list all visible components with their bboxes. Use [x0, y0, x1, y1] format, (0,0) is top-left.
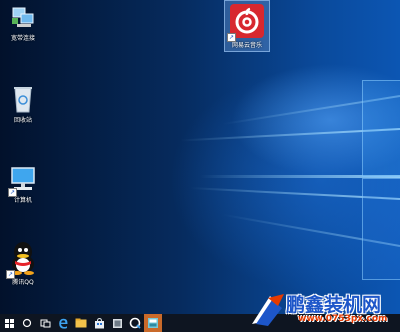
search-icon	[22, 318, 32, 328]
recycle-bin-icon	[14, 87, 32, 113]
desktop-icon-label: 回收站	[13, 117, 32, 124]
network-icon	[12, 7, 34, 27]
desktop-icon-recycle-bin[interactable]: 回收站	[0, 84, 46, 124]
store-icon	[94, 317, 104, 328]
app-icon	[112, 318, 122, 328]
taskbar-file-explorer[interactable]	[72, 314, 90, 332]
taskbar-app-1[interactable]	[108, 314, 126, 332]
task-view-button[interactable]	[36, 314, 54, 332]
task-view-icon	[40, 319, 50, 327]
qq-browser-icon	[129, 317, 141, 329]
windows-logo-icon	[4, 318, 14, 328]
shortcut-arrow-icon: ↗	[8, 188, 17, 197]
site-watermark: 鹏鑫装机网 www.0753px.com	[248, 288, 398, 332]
shortcut-arrow-icon: ↗	[227, 33, 236, 42]
desktop-icon-network[interactable]: 宽带连接	[0, 6, 46, 42]
taskbar-active-app[interactable]	[144, 314, 162, 332]
app-window-icon	[148, 318, 158, 328]
watermark-logo-icon	[252, 294, 284, 326]
desktop-icon-qq[interactable]: ↗ 腾讯QQ	[0, 240, 46, 286]
watermark-url: www.0753px.com	[298, 314, 388, 324]
desktop-icon-computer[interactable]: ↗ 计算机	[0, 166, 46, 204]
windows-logo-pane	[362, 80, 400, 177]
desktop-icon-label: 计算机	[13, 197, 32, 204]
desktop-background: 宽带连接 回收站 ↗ 计算机 ↗ 腾讯QQ ↗ 网易云音乐	[0, 0, 400, 314]
start-button[interactable]	[0, 314, 18, 332]
shortcut-arrow-icon: ↗	[6, 270, 15, 279]
search-button[interactable]	[18, 314, 36, 332]
taskbar-qq-browser[interactable]	[126, 314, 144, 332]
taskbar-edge[interactable]	[54, 314, 72, 332]
desktop-icon-label: 宽带连接	[10, 35, 35, 42]
folder-icon	[75, 318, 87, 328]
edge-icon	[58, 318, 68, 329]
windows-logo-pane	[362, 178, 400, 280]
taskbar-store[interactable]	[90, 314, 108, 332]
watermark-title: 鹏鑫装机网	[286, 294, 382, 316]
desktop-icon-netease-music[interactable]: ↗ 网易云音乐	[224, 0, 270, 52]
